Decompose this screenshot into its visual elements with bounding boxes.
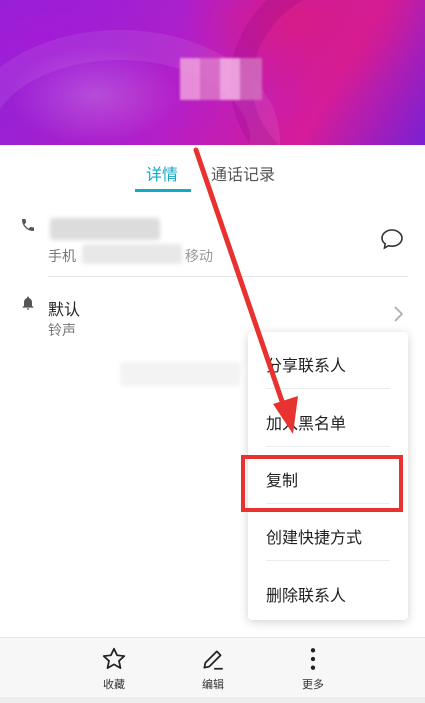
ringtone-title: 默认 [48,300,81,319]
menu-item-create-shortcut[interactable]: 创建快捷方式 [266,524,362,548]
tab-details[interactable]: 详情 [146,161,178,185]
menu-item-delete-contact[interactable]: 删除联系人 [266,582,346,606]
more-button[interactable]: 更多 [283,646,343,692]
menu-divider [266,388,390,389]
tab-call-log[interactable]: 通话记录 [211,161,275,185]
favorite-label: 收藏 [103,678,125,691]
active-tab-indicator [135,189,191,192]
carrier-redacted [82,244,182,264]
bell-icon [22,296,34,310]
ringtone-subtitle: 铃声 [48,323,76,339]
menu-item-add-to-blacklist[interactable]: 加入黑名单 [266,410,346,434]
bottom-strip [0,697,425,703]
menu-divider [266,446,390,447]
pencil-icon [203,650,223,670]
phone-icon [22,219,34,231]
contact-header-banner [0,0,425,145]
contact-tabs: 详情 通话记录 [0,145,425,195]
chevron-right-icon [394,306,404,322]
menu-divider [266,560,390,561]
contact-name-redacted [180,58,262,100]
edit-button[interactable]: 编辑 [183,646,243,692]
annotation-highlight-box [241,455,403,512]
bottom-action-bar: 收藏 编辑 更多 [0,637,425,698]
edit-label: 编辑 [202,678,224,691]
phone-number-redacted [50,218,160,240]
menu-item-share-contact[interactable]: 分享联系人 [266,352,346,376]
favorite-button[interactable]: 收藏 [84,646,144,692]
divider [48,276,408,277]
background-row-redacted [120,362,240,386]
message-icon[interactable] [380,228,404,250]
star-icon [102,647,126,669]
carrier-label: 移动 [185,249,213,265]
more-vertical-icon [310,648,316,670]
more-label: 更多 [302,678,324,691]
phone-type-label: 手机 [48,249,76,265]
